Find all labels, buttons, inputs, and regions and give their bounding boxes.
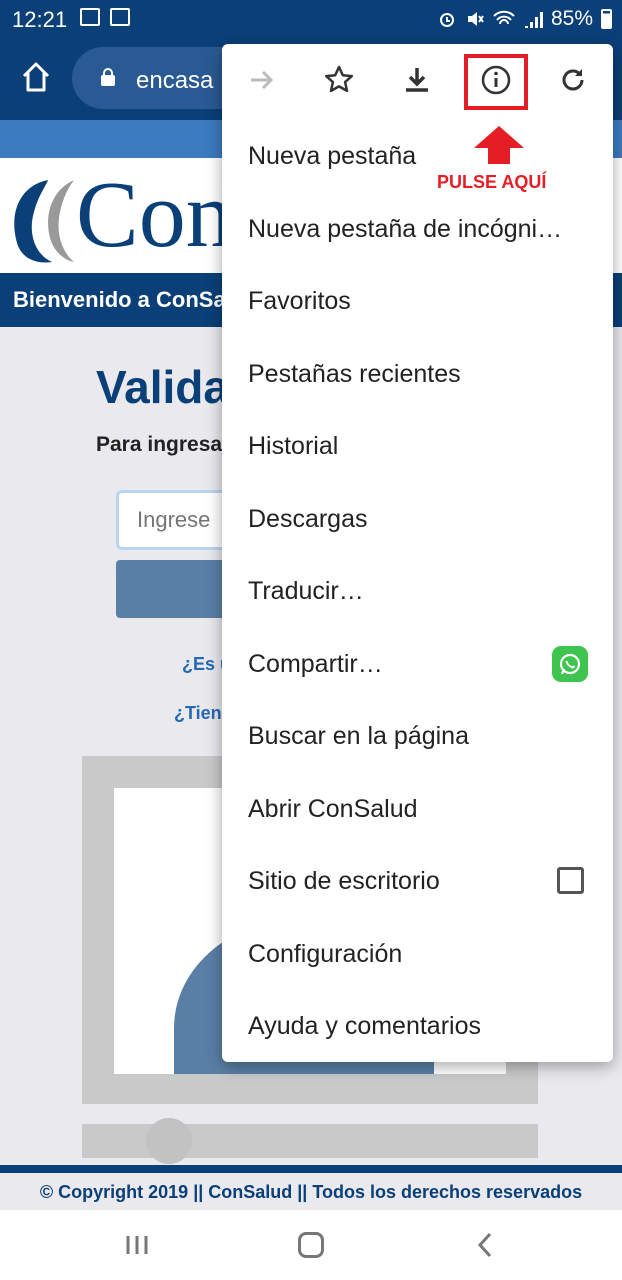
menu-item-label: Historial [248,432,339,460]
help-link-2[interactable]: ¿Tien [174,703,222,724]
menu-item-incognito-tab[interactable]: Nueva pestaña de incógni… [222,193,613,266]
reload-button[interactable] [553,60,593,100]
chrome-overflow-menu: PULSE AQUÍ Nueva pestaña Nueva pestaña d… [222,44,613,1062]
status-bar: 12:21 85% [0,0,622,38]
menu-item-label: Compartir… [248,650,383,678]
signal-icon [524,12,543,28]
consalud-logo-mark [14,180,74,263]
menu-item-label: Nueva pestaña de incógni… [248,215,563,243]
video-scrollbar-thumb[interactable] [146,1118,192,1164]
menu-item-settings[interactable]: Configuración [222,918,613,991]
download-button[interactable] [397,60,437,100]
info-highlight-box [464,54,528,110]
wifi-icon [493,10,515,25]
home-icon[interactable] [20,60,52,94]
download-icon [406,68,428,92]
desktop-site-checkbox[interactable] [557,867,584,894]
status-time: 12:21 [12,7,68,32]
menu-item-label: Ayuda y comentarios [248,1012,481,1040]
menu-item-label: Buscar en la página [248,722,469,750]
menu-item-help-feedback[interactable]: Ayuda y comentarios [222,990,613,1063]
menu-toolbar [222,44,613,124]
forward-icon [251,70,274,90]
notification-icons [80,8,130,26]
menu-item-downloads[interactable]: Descargas [222,483,613,556]
footer-copyright: © Copyright 2019 || ConSalud || Todos lo… [39,1182,583,1202]
image-icon [80,8,100,26]
menu-item-label: Traducir… [248,577,364,605]
whatsapp-icon[interactable] [552,646,588,682]
menu-item-bookmarks[interactable]: Favoritos [222,265,613,338]
welcome-text: Bienvenido a ConSa [13,287,226,312]
recents-icon[interactable] [124,1234,150,1256]
nav-home-icon[interactable] [298,1232,324,1258]
star-icon [324,65,354,93]
menu-item-recent-tabs[interactable]: Pestañas recientes [222,338,613,411]
lock-icon[interactable] [100,68,116,86]
menu-item-label: Abrir ConSalud [248,795,418,823]
logo-text: Con [76,163,233,267]
url-text[interactable]: encasa [136,67,213,95]
menu-item-open-app[interactable]: Abrir ConSalud [222,773,613,846]
menu-item-label: Pestañas recientes [248,360,461,388]
forward-button[interactable] [242,60,282,100]
page-heading: Valida [96,361,229,413]
battery-icon [601,9,612,29]
menu-item-label: Descargas [248,505,368,533]
footer-divider [0,1165,622,1173]
whatsapp-glyph-icon [559,653,581,675]
menu-item-label: Nueva pestaña [248,142,417,170]
voicemail-icon [110,8,130,26]
mute-icon [467,12,484,26]
status-right: 85% [437,7,612,31]
menu-item-translate[interactable]: Traducir… [222,555,613,628]
bookmark-button[interactable] [319,60,359,100]
reload-icon [562,69,584,91]
menu-item-label: Favoritos [248,287,351,315]
alarm-icon [439,13,454,27]
menu-item-new-tab[interactable]: Nueva pestaña [222,120,613,193]
battery-percent: 85% [550,7,593,30]
system-nav-bar [0,1210,622,1280]
menu-item-label: Sitio de escritorio [248,867,440,895]
back-icon[interactable] [476,1232,494,1258]
menu-item-share[interactable]: Compartir… [222,628,613,701]
menu-item-desktop-site[interactable]: Sitio de escritorio [222,845,613,918]
menu-item-history[interactable]: Historial [222,410,613,483]
menu-item-find-in-page[interactable]: Buscar en la página [222,700,613,773]
page-subtitle: Para ingresa [96,433,223,456]
menu-item-label: Configuración [248,940,403,968]
